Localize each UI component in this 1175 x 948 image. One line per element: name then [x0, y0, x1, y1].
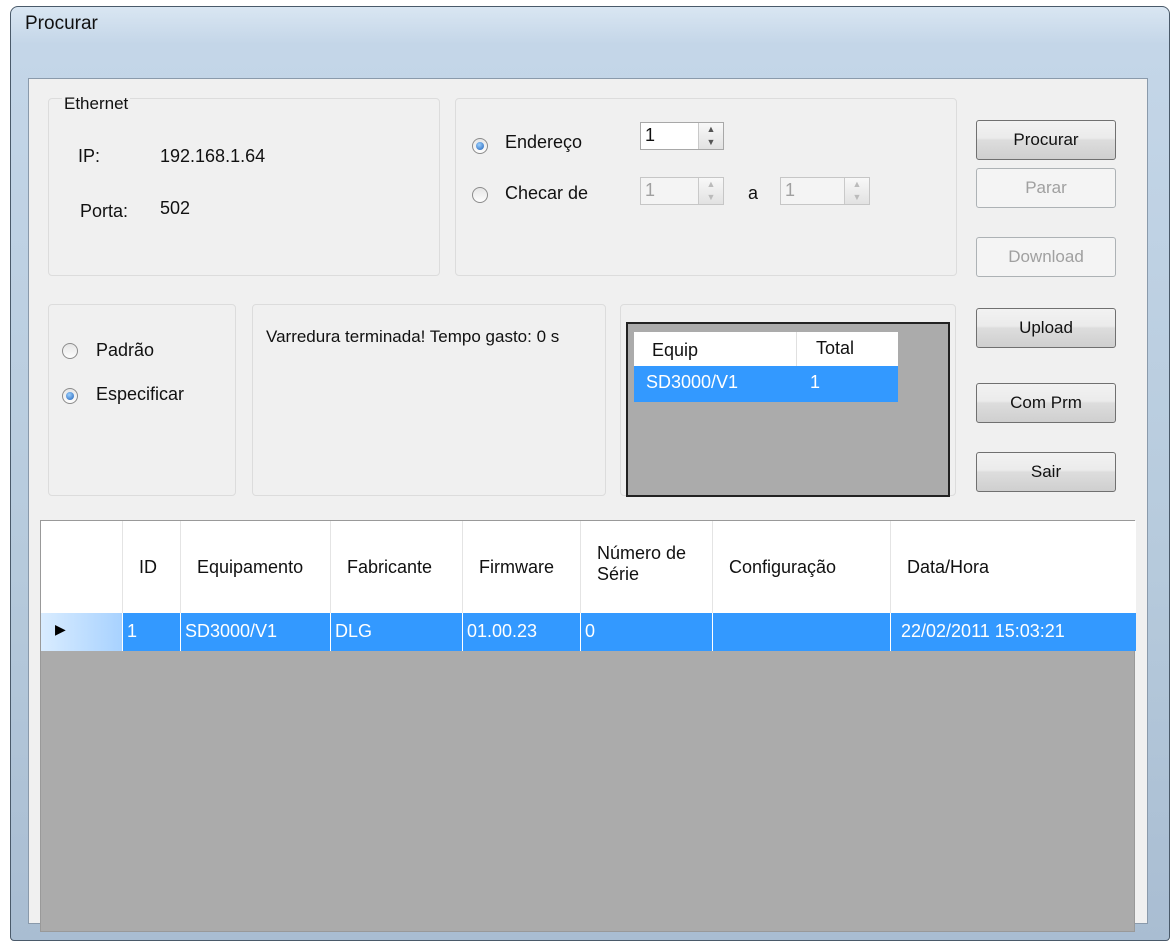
checar-from-value: 1	[645, 180, 656, 200]
cell-firmware-value: 01.00.23	[467, 621, 538, 641]
row-header-cell[interactable]: ▶	[41, 613, 123, 651]
porta-value: 502	[160, 198, 191, 218]
header-data-hora-label: Data/Hora	[907, 557, 990, 577]
summary-cell-equip: SD3000/V1	[646, 372, 739, 392]
checar-radio[interactable]	[472, 187, 488, 203]
download-button[interactable]: Download	[976, 237, 1116, 277]
spin-down-icon: ▼	[852, 192, 862, 202]
header-id[interactable]: ID	[123, 521, 181, 613]
summary-cell-total: 1	[810, 372, 821, 392]
table-row[interactable]: ▶ 1 SD3000/V1 DLG 01.00.23 0 22/02/2011 …	[41, 613, 1136, 651]
cell-equipamento-value: SD3000/V1	[185, 621, 278, 641]
cell-id[interactable]: 1	[123, 613, 181, 651]
endereco-stepper[interactable]: 1 ▲ ▼	[640, 122, 724, 150]
current-row-arrow-icon: ▶	[55, 621, 66, 637]
from-spin-buttons: ▲ ▼	[698, 178, 723, 204]
header-configuracao-label: Configuração	[729, 557, 837, 577]
cell-numero-serie[interactable]: 0	[581, 613, 713, 651]
checar-from-stepper[interactable]: 1 ▲ ▼	[640, 177, 724, 205]
header-configuracao[interactable]: Configuração	[713, 521, 891, 613]
cell-data-hora-value: 22/02/2011 15:03:21	[901, 621, 1065, 641]
header-fabricante[interactable]: Fabricante	[331, 521, 463, 613]
padrao-radio[interactable]	[62, 343, 78, 359]
status-message: Varredura terminada! Tempo gasto: 0 s	[266, 327, 560, 346]
spin-up-icon[interactable]: ▲	[699, 123, 723, 136]
to-spin-buttons: ▲ ▼	[844, 178, 869, 204]
parar-button[interactable]: Parar	[976, 168, 1116, 208]
procurar-button[interactable]: Procurar	[976, 120, 1116, 160]
row-header-corner[interactable]	[41, 521, 123, 613]
cell-numero-serie-value: 0	[585, 621, 596, 641]
summary-row[interactable]: SD3000/V1 1	[634, 366, 898, 402]
header-divider	[796, 332, 797, 366]
spin-up-icon: ▲	[852, 179, 862, 189]
cell-fabricante[interactable]: DLG	[331, 613, 463, 651]
especificar-radio[interactable]	[62, 388, 78, 404]
cell-firmware[interactable]: 01.00.23	[463, 613, 581, 651]
header-numero-serie[interactable]: Número de Série	[581, 521, 713, 613]
title-bar[interactable]: Procurar	[11, 7, 1169, 63]
upload-button[interactable]: Upload	[976, 308, 1116, 348]
header-equipamento-label: Equipamento	[197, 557, 304, 577]
spin-up-icon: ▲	[706, 179, 716, 189]
cell-data-hora[interactable]: 22/02/2011 15:03:21	[891, 613, 1136, 651]
header-fabricante-label: Fabricante	[347, 557, 433, 577]
endereco-label: Endereço	[505, 132, 583, 152]
summary-header-total[interactable]: Total	[816, 338, 854, 359]
header-equipamento[interactable]: Equipamento	[181, 521, 331, 613]
spin-down-icon: ▼	[706, 192, 716, 202]
ip-label: IP:	[78, 146, 101, 166]
header-id-label: ID	[139, 557, 157, 577]
sair-button[interactable]: Sair	[976, 452, 1116, 492]
endereco-radio[interactable]	[472, 138, 488, 154]
com-prm-button[interactable]: Com Prm	[976, 383, 1116, 423]
cell-fabricante-value: DLG	[335, 621, 373, 641]
padrao-label: Padrão	[96, 340, 155, 360]
checar-to-value: 1	[785, 180, 796, 200]
ip-value: 192.168.1.64	[160, 146, 266, 166]
cell-equipamento[interactable]: SD3000/V1	[181, 613, 331, 651]
header-firmware-label: Firmware	[479, 557, 554, 577]
device-grid-header: ID Equipamento Fabricante Firmware Númer…	[41, 521, 1136, 613]
especificar-label: Especificar	[96, 384, 185, 404]
window-title: Procurar	[25, 13, 98, 34]
cell-id-value: 1	[127, 621, 138, 641]
device-grid[interactable]: ID Equipamento Fabricante Firmware Númer…	[40, 520, 1136, 932]
checar-to-stepper[interactable]: 1 ▲ ▼	[780, 177, 870, 205]
summary-grid-header: Equip Total	[634, 332, 898, 366]
checar-label: Checar de	[505, 183, 589, 203]
summary-header-equip[interactable]: Equip	[652, 340, 698, 361]
endereco-spin-buttons[interactable]: ▲ ▼	[698, 123, 723, 149]
spin-down-icon[interactable]: ▼	[699, 136, 723, 149]
endereco-value: 1	[645, 125, 656, 145]
ethernet-groupbox: Ethernet	[48, 94, 440, 276]
summary-grid[interactable]: Equip Total SD3000/V1 1	[626, 322, 950, 497]
header-numero-serie-label: Número de Série	[597, 543, 687, 584]
porta-label: Porta:	[80, 201, 129, 221]
a-label: a	[748, 183, 759, 203]
cell-configuracao[interactable]	[713, 613, 891, 651]
header-firmware[interactable]: Firmware	[463, 521, 581, 613]
header-data-hora[interactable]: Data/Hora	[891, 521, 1136, 613]
ethernet-legend: Ethernet	[62, 94, 131, 114]
